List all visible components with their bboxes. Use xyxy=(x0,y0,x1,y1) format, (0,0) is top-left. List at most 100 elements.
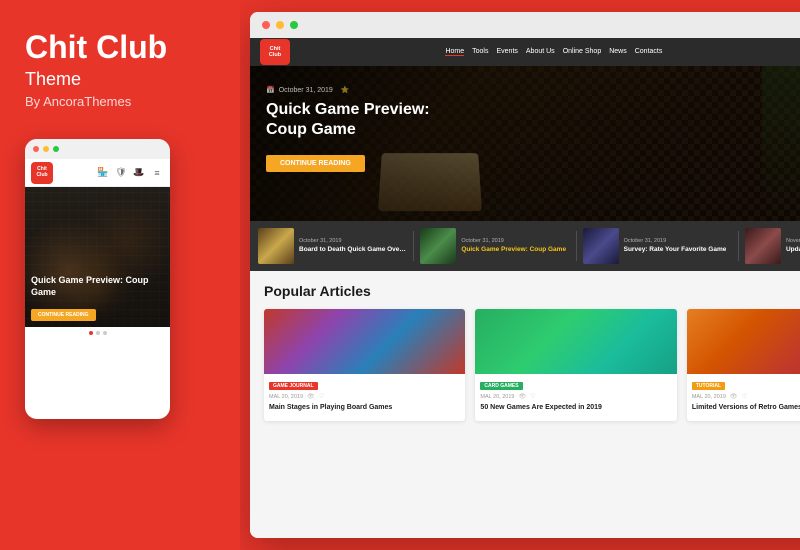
browser-dot-yellow xyxy=(276,21,284,29)
mobile-dots-nav xyxy=(25,327,170,339)
mobile-nav-dot-2[interactable] xyxy=(96,331,100,335)
browser-dot-green xyxy=(290,21,298,29)
recent-post-thumb-2 xyxy=(420,228,456,264)
recent-divider-1 xyxy=(413,231,414,261)
mobile-mockup: ChitClub 🏪 🛡 🎩 ≡ Quick Game Preview: Cou… xyxy=(25,139,170,419)
mobile-nav-icons: 🏪 🛡 🎩 ≡ xyxy=(96,166,164,180)
hero-title: Quick Game Preview: Coup Game xyxy=(266,100,466,140)
recent-post-thumb-4 xyxy=(745,228,781,264)
site-nav-links: Home Tools Events About Us Online Shop N… xyxy=(298,48,800,56)
nav-link-tools[interactable]: Tools xyxy=(472,48,488,56)
browser-content: ChitClub Home Tools Events About Us Onli… xyxy=(250,38,800,538)
recent-post-info-1: October 31, 2019 Board to Death Quick Ga… xyxy=(299,238,407,254)
article-date-2: MAL 20, 2019 xyxy=(480,394,514,400)
article-meta-3: MAL 20, 2019 👁 ♡ xyxy=(687,393,800,403)
site-hero: 📅 October 31, 2019 ⭐ Quick Game Preview:… xyxy=(250,66,800,221)
nav-link-about[interactable]: About Us xyxy=(526,48,555,56)
right-panel: ChitClub Home Tools Events About Us Onli… xyxy=(240,0,800,550)
recent-post-item-4: November 27, 2019 Update on the Uberth 2… xyxy=(745,228,800,264)
nav-link-contacts[interactable]: Contacts xyxy=(635,48,663,56)
browser-dot-red xyxy=(262,21,270,29)
recent-post-date-4: November 27, 2019 xyxy=(786,238,800,244)
article-eye-icon-3: 👁 xyxy=(730,393,738,400)
nav-link-shop[interactable]: Online Shop xyxy=(563,48,602,56)
article-title-2[interactable]: 50 New Games Are Expected in 2019 xyxy=(475,403,676,421)
recent-post-info-2: October 31, 2019 Quick Game Preview: Cou… xyxy=(461,238,566,254)
hero-button[interactable]: CONTINUE READING xyxy=(266,155,365,172)
brand-by: By AncoraThemes xyxy=(25,94,220,109)
article-like-icon-1: ♡ xyxy=(319,393,324,400)
nav-link-events[interactable]: Events xyxy=(496,48,517,56)
mobile-nav-dot-3[interactable] xyxy=(103,331,107,335)
popular-articles-section: Popular Articles GAME JOURNAL MAL 20, 20… xyxy=(250,271,800,538)
recent-post-thumb-3 xyxy=(583,228,619,264)
article-meta-1: MAL 20, 2019 👁 ♡ xyxy=(264,393,465,403)
mobile-hero-button[interactable]: CONTINUE READING xyxy=(31,309,96,321)
recent-post-item-1: October 31, 2019 Board to Death Quick Ga… xyxy=(258,228,407,264)
recent-divider-2 xyxy=(576,231,577,261)
mobile-logo-text: ChitClub xyxy=(36,167,47,178)
recent-divider-3 xyxy=(738,231,739,261)
recent-post-title-3[interactable]: Survey: Rate Your Favorite Game xyxy=(624,246,727,254)
article-eye-icon-2: 👁 xyxy=(518,393,526,400)
article-date-3: MAL 20, 2019 xyxy=(692,394,726,400)
browser-window: ChitClub Home Tools Events About Us Onli… xyxy=(250,12,800,538)
recent-post-date-2: October 31, 2019 xyxy=(461,238,566,244)
recent-post-item-2: October 31, 2019 Quick Game Preview: Cou… xyxy=(420,228,569,264)
recent-post-title-1[interactable]: Board to Death Quick Game Overview xyxy=(299,246,407,254)
mobile-logo-box: ChitClub xyxy=(31,162,53,184)
browser-top-bar xyxy=(250,12,800,38)
left-panel: Chit Club Theme By AncoraThemes ChitClub… xyxy=(0,0,240,550)
article-card-2: CARD GAMES MAL 20, 2019 👁 ♡ 50 New Games… xyxy=(475,309,676,421)
article-like-icon-3: ♡ xyxy=(742,393,747,400)
mobile-hero-title: Quick Game Preview: Coup Game xyxy=(31,275,164,298)
hero-date: 📅 October 31, 2019 ⭐ xyxy=(266,86,800,94)
mobile-dot-green xyxy=(53,146,59,152)
article-badge-3: TUTORIAL xyxy=(692,382,725,390)
mobile-store-icon[interactable]: 🏪 xyxy=(96,166,110,180)
recent-post-item-3: October 31, 2019 Survey: Rate Your Favor… xyxy=(583,228,732,264)
hero-content: 📅 October 31, 2019 ⭐ Quick Game Preview:… xyxy=(250,66,800,184)
article-like-icon-2: ♡ xyxy=(530,393,535,400)
mobile-shield-icon[interactable]: 🛡 xyxy=(114,166,128,180)
recent-post-date-3: October 31, 2019 xyxy=(624,238,727,244)
article-meta-2: MAL 20, 2019 👁 ♡ xyxy=(475,393,676,403)
recent-post-title-2[interactable]: Quick Game Preview: Coup Game xyxy=(461,246,566,254)
recent-post-info-3: October 31, 2019 Survey: Rate Your Favor… xyxy=(624,238,727,254)
site-nav: ChitClub Home Tools Events About Us Onli… xyxy=(250,38,800,66)
recent-post-title-4[interactable]: Update on the Uberth 2019 Preview xyxy=(786,246,800,254)
site-logo-text: ChitClub xyxy=(269,46,281,58)
main-container: Chit Club Theme By AncoraThemes ChitClub… xyxy=(0,0,800,550)
article-image-3 xyxy=(687,309,800,374)
articles-grid: GAME JOURNAL MAL 20, 2019 👁 ♡ Main Stage… xyxy=(264,309,800,421)
mobile-top-bar xyxy=(25,139,170,159)
article-date-1: MAL 20, 2019 xyxy=(269,394,303,400)
mobile-hero-text: Quick Game Preview: Coup Game CONTINUE R… xyxy=(31,275,164,321)
article-badge-1: GAME JOURNAL xyxy=(269,382,318,390)
mobile-nav-dot-1[interactable] xyxy=(89,331,93,335)
nav-link-home[interactable]: Home xyxy=(445,48,464,56)
popular-articles-title: Popular Articles xyxy=(264,283,800,299)
mobile-hero: Quick Game Preview: Coup Game CONTINUE R… xyxy=(25,187,170,327)
brand-title: Chit Club xyxy=(25,30,220,65)
article-image-1 xyxy=(264,309,465,374)
article-eye-icon-1: 👁 xyxy=(307,393,315,400)
mobile-nav: ChitClub 🏪 🛡 🎩 ≡ xyxy=(25,159,170,187)
brand-subtitle: Theme xyxy=(25,69,220,90)
site-logo-box[interactable]: ChitClub xyxy=(260,39,290,65)
mobile-hat-icon[interactable]: 🎩 xyxy=(132,166,146,180)
mobile-dot-yellow xyxy=(43,146,49,152)
article-card-1: GAME JOURNAL MAL 20, 2019 👁 ♡ Main Stage… xyxy=(264,309,465,421)
article-card-3: TUTORIAL MAL 20, 2019 👁 ♡ Limited Versio… xyxy=(687,309,800,421)
recent-post-info-4: November 27, 2019 Update on the Uberth 2… xyxy=(786,238,800,254)
mobile-menu-icon[interactable]: ≡ xyxy=(150,166,164,180)
article-image-2 xyxy=(475,309,676,374)
recent-posts-strip: October 31, 2019 Board to Death Quick Ga… xyxy=(250,221,800,271)
article-badge-2: CARD GAMES xyxy=(480,382,522,390)
article-title-3[interactable]: Limited Versions of Retro Games xyxy=(687,403,800,421)
recent-post-date-1: October 31, 2019 xyxy=(299,238,407,244)
article-title-1[interactable]: Main Stages in Playing Board Games xyxy=(264,403,465,421)
mobile-dot-red xyxy=(33,146,39,152)
recent-post-thumb-1 xyxy=(258,228,294,264)
nav-link-news[interactable]: News xyxy=(609,48,627,56)
